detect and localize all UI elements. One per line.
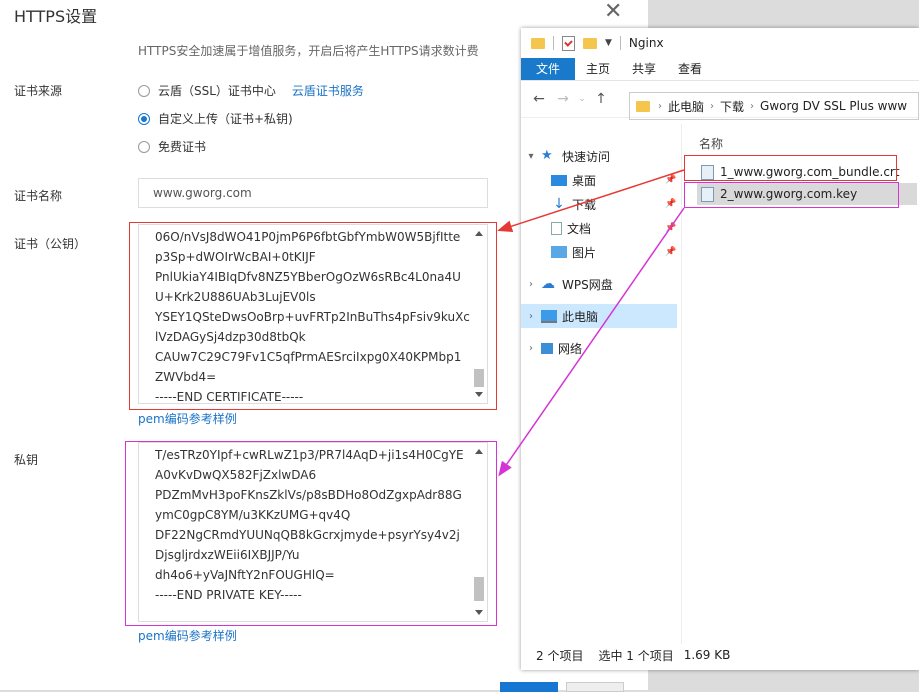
arrow-crt-to-cert bbox=[497, 169, 685, 232]
arrow-key-to-private-key bbox=[498, 207, 685, 477]
annotation-arrows bbox=[497, 169, 685, 477]
